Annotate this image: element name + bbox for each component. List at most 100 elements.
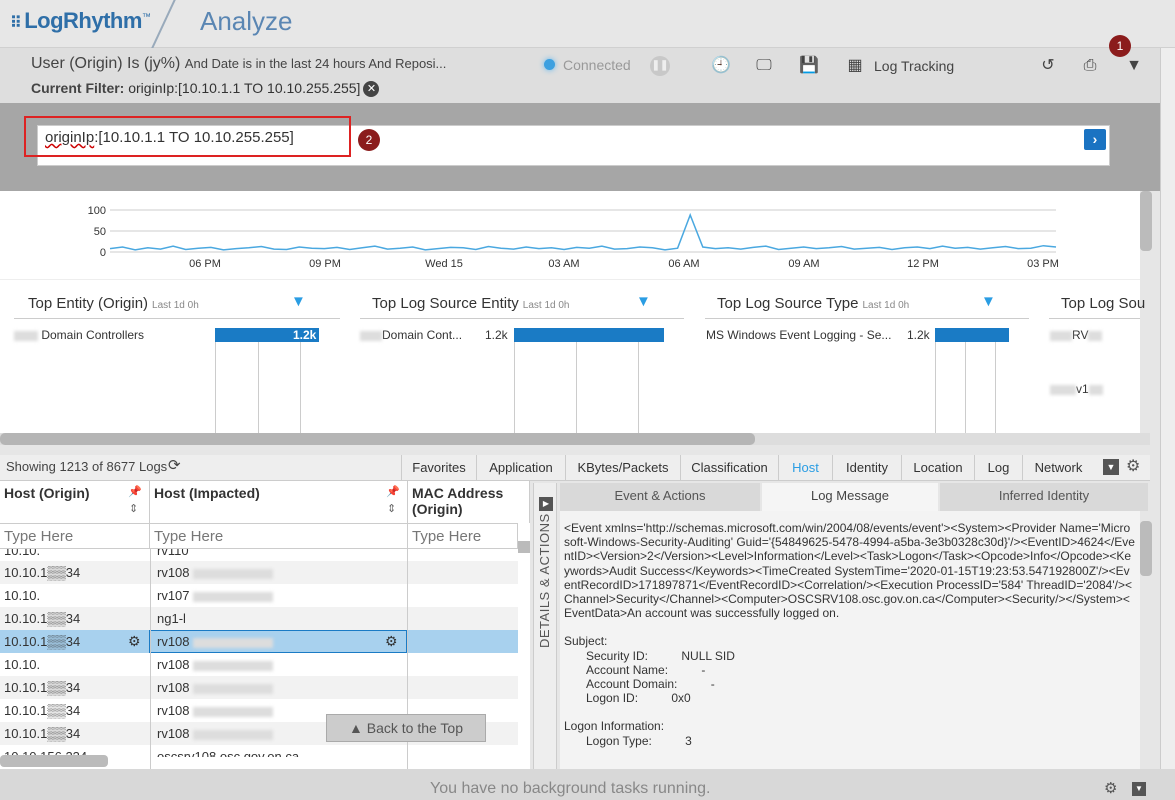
cell-host-origin: 10.10.1▒▒34	[4, 634, 81, 649]
redacted-icon	[360, 330, 382, 341]
cell-host-origin: 10.10.	[4, 588, 41, 603]
filter-host-impacted-input[interactable]: Type Here	[150, 523, 408, 549]
print-icon[interactable]: ⎙	[1080, 56, 1100, 76]
widget-filter-icon[interactable]: ▼	[291, 293, 306, 310]
refresh-icon[interactable]: ⟳	[168, 456, 181, 474]
table-row[interactable]: 10.10. rv107	[0, 584, 518, 607]
cell-host-impacted-text: rv108	[157, 657, 190, 672]
redacted-icon	[1088, 330, 1103, 341]
table-row[interactable]: 10.10. rv108	[0, 653, 518, 676]
x-tick-label: 12 PM	[907, 258, 939, 270]
cell-host-impacted: oscsrv108.osc.gov.on.ca	[157, 749, 300, 757]
clear-filter-icon[interactable]: ✕	[363, 81, 380, 98]
pin-icon[interactable]: 📌	[128, 485, 142, 498]
sort-icon[interactable]: ⇕	[387, 502, 396, 515]
cell-host-impacted-text: rv108	[157, 565, 190, 580]
back-to-top-button[interactable]: ▲ Back to the Top	[326, 714, 486, 742]
widget-row-label[interactable]: Domain Cont...	[360, 328, 462, 342]
log-message-scrollbar[interactable]	[1140, 521, 1152, 576]
annotation-badge-2: 2	[358, 129, 380, 151]
table-row[interactable]: 10.10. rv110	[0, 549, 518, 561]
table-row[interactable]: 10.10.1▒▒34 rv108	[0, 676, 518, 699]
cell-host-impacted: rv108	[157, 726, 274, 741]
current-filter-label: Current Filter:	[31, 80, 125, 96]
details-actions-label[interactable]: DETAILS & ACTIONS	[537, 513, 553, 648]
logrhythm-logo[interactable]: ⠿ LogRhythm™	[10, 8, 151, 34]
table-row[interactable]: 10.10.1▒▒34 rv108	[0, 561, 518, 584]
gear-icon[interactable]: ⚙	[1126, 456, 1140, 476]
tab-identity[interactable]: Identity	[832, 455, 901, 481]
expand-details-icon[interactable]: ▶	[539, 497, 553, 511]
row-gear-icon[interactable]: ⚙	[128, 633, 141, 650]
tab-classification[interactable]: Classification	[680, 455, 778, 481]
query-summary[interactable]: User (Origin) Is (jy%) And Date is in th…	[31, 55, 446, 73]
widget-title-text: Top Entity (Origin)	[28, 295, 149, 312]
sort-icon[interactable]: ⇕	[129, 502, 138, 515]
widget-row-label[interactable]: Domain Controllers	[14, 328, 144, 342]
widget-bar[interactable]	[935, 328, 1009, 342]
run-filter-button[interactable]: ›	[1084, 129, 1106, 150]
tab-kbytes-packets[interactable]: KBytes/Packets	[565, 455, 680, 481]
scroll-thumb[interactable]	[0, 433, 755, 445]
collapse-icon[interactable]: ▼	[1103, 459, 1119, 475]
column-divider	[150, 549, 151, 769]
query-summary-main: User (Origin) Is (jy%)	[31, 55, 181, 72]
log-volume-chart[interactable]: 100 50 0 06 PM 09 PM Wed 15 03 AM 06 AM 09 AM 12 …	[0, 191, 1140, 279]
grid-vertical-scrollbar[interactable]	[518, 541, 530, 553]
up-arrow-icon: ▲	[349, 720, 363, 736]
widget-row-label[interactable]: MS Windows Event Logging - Se...	[706, 328, 891, 342]
tab-location[interactable]: Location	[901, 455, 974, 481]
widget-row-value: 1.2k	[485, 328, 508, 342]
widget-filter-icon[interactable]: ▼	[981, 293, 996, 310]
filter-host-origin-input[interactable]: Type Here	[0, 523, 150, 549]
x-tick-label: 09 PM	[309, 258, 341, 270]
widget-gridline	[965, 342, 966, 434]
cell-host-impacted: rv108	[157, 565, 274, 580]
tab-log-message[interactable]: Log Message	[762, 483, 938, 511]
status-gear-icon[interactable]: ⚙	[1104, 779, 1117, 797]
filter-mac-address-input[interactable]: Type Here	[408, 523, 518, 549]
tab-log[interactable]: Log	[974, 455, 1022, 481]
widget-bar-value: 1.2k	[293, 328, 317, 342]
widget-row-label[interactable]: v1	[1050, 382, 1103, 396]
undo-icon[interactable]: ↺	[1038, 56, 1058, 76]
widget-gridline	[995, 342, 996, 434]
widget-row-label[interactable]: RV	[1050, 328, 1103, 342]
cell-host-origin: 10.10.1▒▒34	[4, 726, 81, 741]
filter-icon[interactable]: ▼	[1124, 56, 1144, 76]
cell-host-origin: 10.10.1▒▒34	[4, 680, 81, 695]
table-row[interactable]: 10.10.1▒▒34 ng1-l	[0, 607, 518, 630]
back-to-top-label: Back to the Top	[366, 720, 463, 736]
grid-horizontal-scrollbar[interactable]	[0, 755, 108, 767]
widget-divider	[14, 318, 340, 319]
layout-icon[interactable]: ▦	[843, 56, 867, 76]
subject-line: Account Domain: -	[586, 677, 715, 692]
status-text: You have no background tasks running.	[430, 780, 711, 797]
tab-application[interactable]: Application	[476, 455, 565, 481]
status-collapse-icon[interactable]: ▼	[1132, 782, 1146, 796]
tab-favorites[interactable]: Favorites	[401, 455, 476, 481]
tab-inferred-identity[interactable]: Inferred Identity	[940, 483, 1148, 511]
monitor-icon[interactable]: 🖵	[754, 56, 774, 76]
tab-event-actions[interactable]: Event & Actions	[560, 483, 760, 511]
widget-bar[interactable]	[514, 328, 664, 342]
chart-scrollbar[interactable]	[1140, 191, 1152, 251]
column-header-mac-address-origin[interactable]: MAC Address (Origin)	[408, 481, 530, 523]
widget-filter-icon[interactable]: ▼	[636, 293, 651, 310]
widget-divider	[360, 318, 684, 319]
cell-host-impacted: ng1-l	[157, 611, 186, 626]
pause-icon[interactable]: ❚❚	[650, 56, 670, 76]
column-header-text: Host (Impacted)	[154, 485, 260, 501]
widgets-scrollbar[interactable]	[0, 433, 1150, 445]
column-header-host-impacted[interactable]: Host (Impacted)	[150, 481, 408, 523]
clock-icon[interactable]: 🕘	[711, 56, 731, 76]
tab-host[interactable]: Host	[778, 455, 832, 481]
widget-title-top-entity: Top Entity (Origin) Last 1d 0h	[28, 295, 199, 312]
log-volume-series-line[interactable]	[109, 212, 1057, 251]
log-tracking-button[interactable]: Log Tracking	[874, 58, 954, 74]
widget-gridline	[215, 342, 216, 434]
save-icon[interactable]: 💾	[799, 56, 819, 76]
tab-network[interactable]: Network	[1022, 455, 1094, 481]
pin-icon[interactable]: 📌	[386, 485, 400, 498]
